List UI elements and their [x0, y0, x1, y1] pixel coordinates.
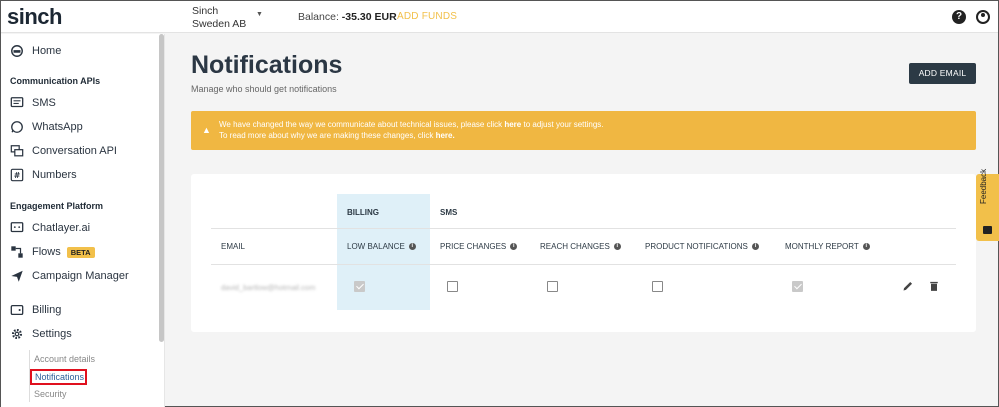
column-label: EMAIL [221, 242, 246, 251]
info-icon[interactable]: i [408, 243, 416, 250]
sidebar-item-label: Home [32, 45, 62, 57]
group-sms: SMS [440, 208, 458, 217]
sidebar-item-settings[interactable]: Settings [10, 325, 72, 343]
info-icon[interactable]: i [862, 243, 870, 250]
gear-icon [11, 328, 23, 340]
feedback-icon [983, 226, 992, 234]
notifications-table: BILLING SMS EMAIL LOW BALANCE i PRICE CHA… [191, 174, 976, 332]
balance-value: -35.30 EUR [341, 11, 397, 23]
sidebar-item-label: Flows [32, 246, 61, 258]
help-icon[interactable]: ? [952, 10, 966, 24]
whatsapp-icon [11, 121, 23, 133]
trash-icon[interactable] [928, 280, 940, 292]
banner-line-1: We have changed the way we communicate a… [219, 120, 604, 129]
info-icon[interactable]: i [613, 243, 621, 250]
info-banner: ▲ We have changed the way we communicate… [191, 111, 976, 150]
sidebar-item-label: Conversation API [32, 145, 117, 157]
banner-text: to adjust your settings. [521, 120, 604, 129]
group-billing: BILLING [347, 208, 379, 217]
page-subtitle: Manage who should get notifications [191, 84, 337, 94]
sidebar-item-sms[interactable]: SMS [10, 94, 56, 112]
feedback-tab[interactable]: Feedback [976, 169, 999, 241]
sidebar-item-label: WhatsApp [32, 121, 83, 133]
sidebar-scrollbar[interactable] [159, 34, 164, 342]
col-reach-changes: REACH CHANGES i [540, 242, 621, 251]
sidebar-item-label: Billing [32, 304, 62, 316]
col-low-balance: LOW BALANCE i [347, 242, 416, 251]
sidebar-sub-account-details[interactable]: Account details [34, 354, 95, 364]
balance: Balance: -35.30 EUR [298, 11, 397, 23]
flows-icon [11, 246, 23, 258]
col-monthly-report: MONTHLY REPORT i [785, 242, 870, 251]
caret-down-icon[interactable]: ▼ [256, 11, 263, 18]
message-icon [10, 97, 24, 108]
svg-text:#: # [14, 171, 21, 180]
sidebar-item-numbers[interactable]: # Numbers [10, 166, 77, 184]
top-bar: sinch Sinch Sweden AB ▼ Balance: -35.30 … [1, 1, 998, 33]
banner-line-2: To read more about why we are making the… [219, 131, 455, 140]
column-label: PRODUCT NOTIFICATIONS [645, 242, 748, 251]
price-changes-checkbox[interactable] [447, 281, 458, 292]
section-communication-apis: Communication APIs [10, 76, 101, 86]
conversation-icon [10, 145, 24, 157]
warning-icon: ▲ [202, 125, 211, 135]
add-funds-link[interactable]: ADD FUNDS [397, 11, 457, 22]
sidebar-item-flows[interactable]: Flows BETA [10, 243, 95, 261]
sidebar-item-billing[interactable]: Billing [10, 301, 61, 319]
beta-badge: BETA [66, 246, 95, 258]
chat-bot-icon [10, 222, 24, 233]
wallet-icon [10, 304, 24, 316]
product-notifications-checkbox[interactable] [652, 281, 663, 292]
low-balance-checkbox[interactable] [354, 281, 365, 292]
divider [211, 264, 956, 265]
user-account-icon[interactable] [976, 10, 990, 24]
send-icon [11, 270, 23, 282]
read-more-here-link[interactable]: here. [436, 131, 455, 140]
sidebar-item-label: Campaign Manager [32, 270, 129, 282]
home-icon [11, 45, 23, 57]
sidebar-item-campaign-manager[interactable]: Campaign Manager [10, 267, 129, 285]
sidebar: Home Communication APIs SMS WhatsApp Con… [1, 34, 165, 407]
sinch-logo[interactable]: sinch [7, 4, 62, 30]
sidebar-sub-notifications[interactable]: Notifications [30, 369, 87, 385]
column-label: MONTHLY REPORT [785, 242, 859, 251]
col-price-changes: PRICE CHANGES i [440, 242, 518, 251]
info-icon[interactable]: i [751, 243, 759, 250]
reach-changes-checkbox[interactable] [547, 281, 558, 292]
sidebar-item-home[interactable]: Home [10, 42, 61, 60]
add-email-button[interactable]: ADD EMAIL [909, 63, 976, 84]
account-selector[interactable]: Sinch Sweden AB [192, 5, 252, 31]
info-icon[interactable]: i [510, 243, 518, 250]
sidebar-item-conversation-api[interactable]: Conversation API [10, 142, 117, 160]
sidebar-item-chatlayer[interactable]: Chatlayer.ai [10, 219, 90, 237]
balance-label: Balance: [298, 11, 339, 23]
monthly-report-checkbox[interactable] [792, 281, 803, 292]
hash-icon: # [10, 168, 24, 182]
column-label: REACH CHANGES [540, 242, 610, 251]
settings-here-link[interactable]: here [504, 120, 521, 129]
sidebar-item-label: SMS [32, 97, 56, 109]
column-label: LOW BALANCE [347, 242, 405, 251]
divider [211, 228, 956, 229]
email-cell: david_bartlow@hotmail.com [221, 283, 316, 292]
section-engagement-platform: Engagement Platform [10, 201, 104, 211]
sidebar-item-label: Chatlayer.ai [32, 222, 91, 234]
pencil-icon[interactable] [902, 280, 914, 292]
page-title: Notifications [191, 51, 343, 79]
banner-text: We have changed the way we communicate a… [219, 120, 505, 129]
banner-text: To read more about why we are making the… [219, 131, 436, 140]
feedback-label: Feedback [979, 168, 988, 204]
sidebar-item-label: Settings [32, 328, 72, 340]
col-email: EMAIL [221, 242, 245, 251]
sidebar-item-whatsapp[interactable]: WhatsApp [10, 118, 83, 136]
sidebar-item-label: Numbers [32, 169, 77, 181]
column-label: PRICE CHANGES [440, 242, 507, 251]
col-product-notifications: PRODUCT NOTIFICATIONS i [645, 242, 759, 251]
sidebar-sub-security[interactable]: Security [34, 389, 67, 399]
